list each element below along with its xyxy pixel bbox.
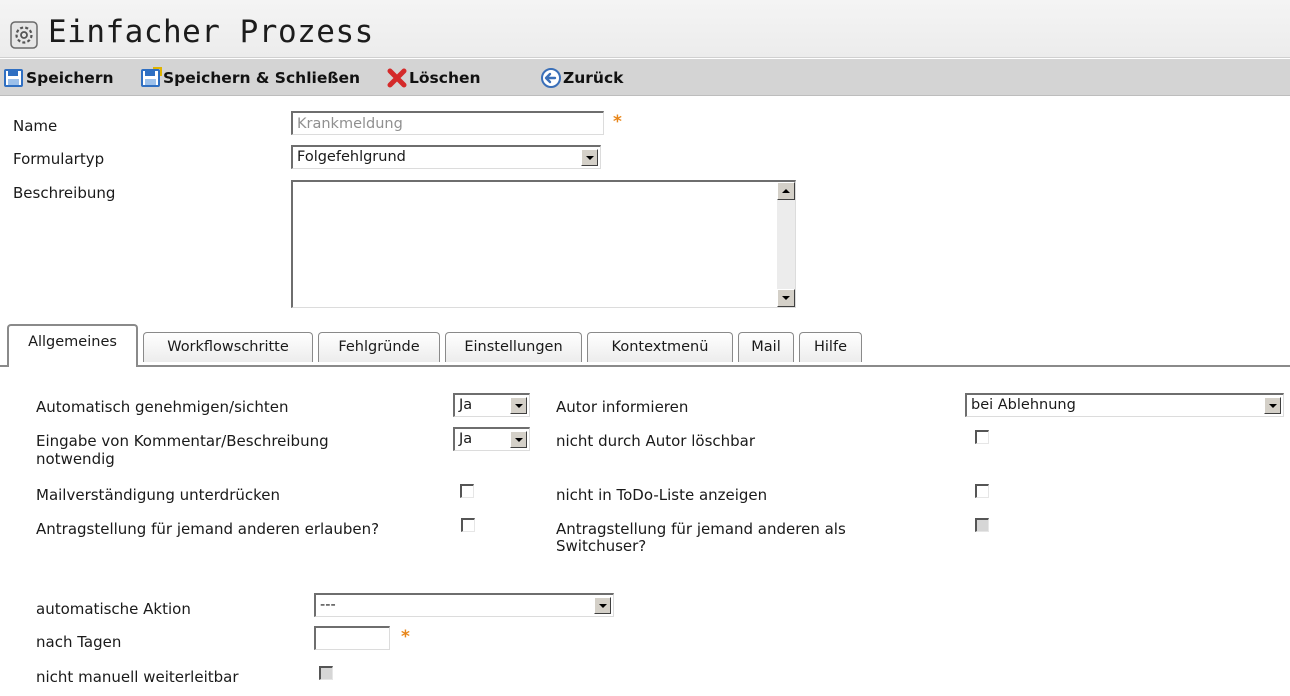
delete-button[interactable]: Löschen [386, 66, 481, 90]
not-deletable-label: nicht durch Autor löschbar [556, 432, 756, 450]
save-close-button[interactable]: Speichern & Schließen [140, 66, 360, 90]
not-forwardable-label: nicht manuell weiterleitbar [36, 668, 239, 686]
name-label: Name [13, 117, 58, 135]
chevron-down-icon[interactable] [581, 149, 598, 166]
not-deletable-checkbox[interactable] [975, 430, 989, 444]
delete-icon [387, 68, 407, 88]
gear-icon [10, 21, 38, 49]
chevron-down-icon[interactable] [510, 397, 527, 414]
auto-approve-select[interactable]: Ja [453, 393, 530, 417]
comment-required-value: Ja [459, 431, 473, 447]
toolbar: Speichern Speichern & Schließen Löschen … [0, 59, 1290, 96]
inform-author-label: Autor informieren [556, 398, 689, 416]
form-type-label: Formulartyp [13, 150, 105, 168]
name-required-marker: * [613, 112, 622, 132]
chevron-down-icon[interactable] [1264, 397, 1281, 414]
tab-fehlgruende[interactable]: Fehlgründe [318, 332, 440, 362]
suppress-mail-label: Mailverständigung unterdrücken [36, 486, 281, 504]
switchuser-checkbox [975, 518, 989, 532]
save-close-icon [141, 67, 162, 87]
save-button[interactable]: Speichern [3, 66, 114, 90]
chevron-down-icon[interactable] [510, 431, 527, 448]
chevron-down-icon[interactable] [594, 597, 611, 614]
save-label: Speichern [26, 69, 114, 87]
comment-required-select[interactable]: Ja [453, 427, 530, 451]
auto-approve-value: Ja [459, 397, 473, 413]
request-for-other-label: Antragstellung für jemand anderen erlaub… [36, 520, 380, 538]
comment-required-label-line2: notwendig [36, 450, 115, 468]
inform-author-value: bei Ablehnung [971, 397, 1076, 413]
description-textarea[interactable] [291, 180, 796, 308]
auto-action-select[interactable]: --- [314, 593, 614, 617]
tab-workflowschritte[interactable]: Workflowschritte [143, 332, 313, 362]
scroll-down-icon[interactable] [777, 289, 795, 307]
comment-required-label-line1: Eingabe von Kommentar/Beschreibung [36, 432, 329, 450]
back-button[interactable]: Zurück [540, 66, 623, 90]
after-days-label: nach Tagen [36, 633, 122, 651]
tab-kontextmenue[interactable]: Kontextmenü [587, 332, 733, 362]
switchuser-label-line2: Switchuser? [556, 537, 647, 555]
tab-mail[interactable]: Mail [738, 332, 794, 362]
auto-approve-label: Automatisch genehmigen/sichten [36, 398, 289, 416]
back-label: Zurück [563, 69, 624, 87]
request-for-other-checkbox[interactable] [461, 518, 475, 532]
after-days-input[interactable] [314, 626, 390, 650]
name-input[interactable] [291, 111, 604, 135]
save-icon [4, 69, 23, 87]
back-arrow-icon [541, 68, 561, 88]
description-label: Beschreibung [13, 184, 116, 202]
auto-action-value: --- [320, 597, 336, 613]
auto-action-label: automatische Aktion [36, 600, 191, 618]
switchuser-label-line1: Antragstellung für jemand anderen als [556, 520, 846, 538]
save-close-label: Speichern & Schließen [163, 69, 361, 87]
tab-allgemeines[interactable]: Allgemeines [7, 324, 138, 367]
not-forwardable-checkbox [319, 666, 333, 680]
delete-label: Löschen [409, 69, 481, 87]
tab-bar-line [0, 365, 1290, 367]
inform-author-select[interactable]: bei Ablehnung [965, 393, 1284, 417]
suppress-mail-checkbox[interactable] [460, 484, 474, 498]
form-type-select[interactable]: Folgefehlgrund [291, 145, 601, 169]
page-title: Einfacher Prozess [48, 14, 374, 50]
not-in-todo-label: nicht in ToDo-Liste anzeigen [556, 486, 768, 504]
description-scrollbar[interactable] [777, 182, 795, 307]
form-type-value: Folgefehlgrund [297, 149, 406, 165]
title-bar: Einfacher Prozess [0, 0, 1290, 58]
scroll-up-icon[interactable] [777, 182, 795, 200]
tab-hilfe[interactable]: Hilfe [799, 332, 862, 362]
not-in-todo-checkbox[interactable] [975, 484, 989, 498]
after-days-required-marker: * [401, 627, 410, 647]
tab-einstellungen[interactable]: Einstellungen [445, 332, 582, 362]
